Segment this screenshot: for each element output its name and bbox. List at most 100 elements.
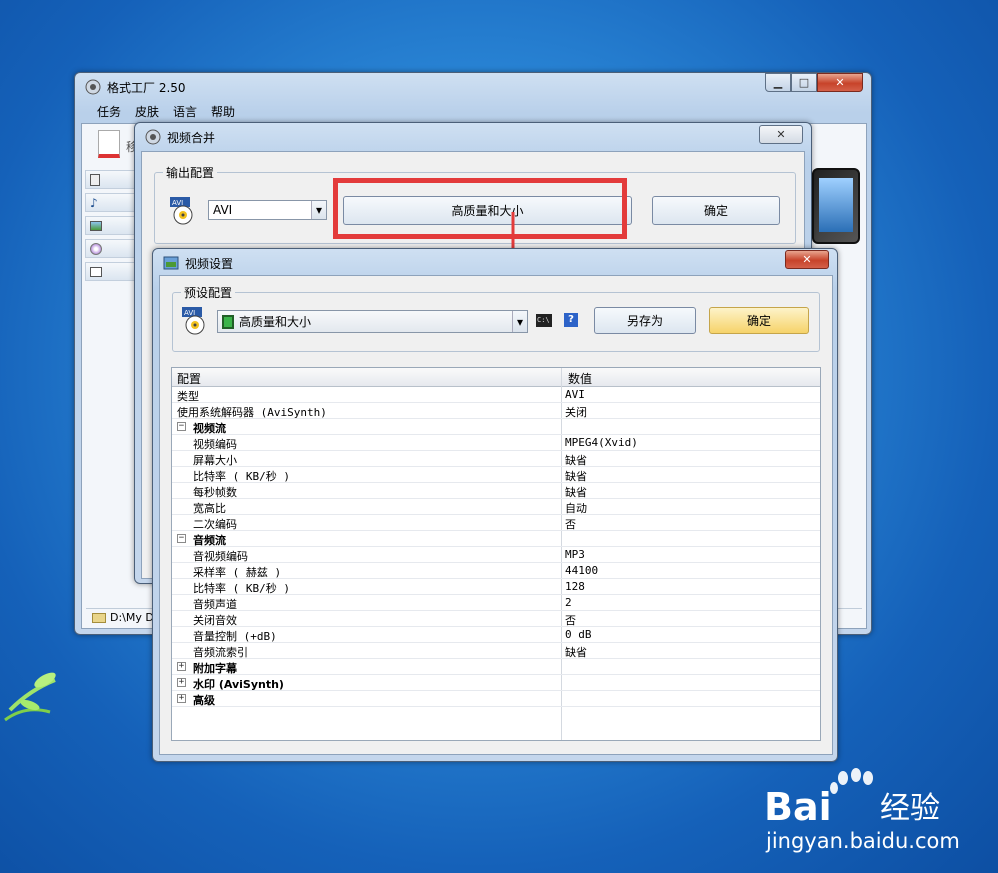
app-icon — [85, 79, 101, 95]
save-as-button[interactable]: 另存为 — [594, 307, 696, 334]
grid-row-key: 视频编码 — [193, 438, 237, 451]
menu-item-task[interactable]: 任务 — [97, 103, 121, 123]
preset-dropdown-value: 高质量和大小 — [239, 315, 312, 329]
grid-row[interactable]: 屏幕大小 缺省 — [172, 451, 820, 467]
preset-dropdown[interactable]: 高质量和大小 ▾ — [217, 310, 528, 333]
tools-icon — [90, 266, 102, 277]
music-note-icon: ♪ — [90, 195, 98, 210]
grid-row-key: 附加字幕 — [193, 662, 237, 675]
sidebar-item-rom[interactable] — [85, 239, 135, 258]
menu-item-skin[interactable]: 皮肤 — [135, 103, 159, 123]
baidu-logo-text-b: 经验 — [880, 791, 940, 826]
grid-row[interactable]: 音频流索引 缺省 — [172, 643, 820, 659]
output-config-label: 输出配置 — [163, 164, 218, 181]
minimize-button[interactable]: ▁ — [765, 73, 791, 92]
grid-row-value: MPEG4(Xvid) — [565, 436, 638, 449]
grid-category-row[interactable]: − 视频流 — [172, 419, 820, 435]
expand-icon[interactable]: + — [177, 694, 186, 703]
grid-row-value: AVI — [565, 388, 585, 401]
menu-item-help[interactable]: 帮助 — [211, 103, 235, 123]
grid-header: 配置 数值 — [172, 368, 820, 387]
grid-row-key: 比特率 ( KB/秒 ) — [193, 582, 290, 595]
grid-row-key: 音频流索引 — [193, 646, 248, 659]
grid-row[interactable]: 比特率 ( KB/秒 ) 128 — [172, 579, 820, 595]
grid-row[interactable]: 类型 AVI — [172, 387, 820, 403]
grid-row-value: 2 — [565, 596, 572, 609]
baidu-jingyan-watermark: Bai 经验 jingyan.baidu.com — [764, 768, 960, 853]
grid-row-key: 宽高比 — [193, 502, 226, 515]
menu-bar: 任务 皮肤 语言 帮助 — [81, 103, 235, 123]
grid-row-value: 128 — [565, 580, 585, 593]
settings-ok-button[interactable]: 确定 — [709, 307, 809, 334]
format-dropdown-value: AVI — [213, 203, 233, 217]
grid-row[interactable]: 视频编码 MPEG4(Xvid) — [172, 435, 820, 451]
grid-header-value: 数值 — [568, 372, 593, 386]
picture-icon — [90, 220, 102, 231]
chevron-down-icon: ▾ — [512, 311, 527, 332]
grid-row-value: 0 dB — [565, 628, 592, 641]
grid-row[interactable]: 二次编码 否 — [172, 515, 820, 531]
grid-row-key: 屏幕大小 — [193, 454, 237, 467]
grid-row[interactable]: 音视频编码 MP3 — [172, 547, 820, 563]
merge-close-button[interactable]: ✕ — [759, 125, 803, 144]
preset-avi-icon: AVI — [182, 307, 205, 335]
sidebar-item-audio[interactable]: ♪ — [85, 193, 135, 212]
folder-icon — [92, 612, 106, 623]
grid-row[interactable]: 使用系统解码器 (AviSynth) 关闭 — [172, 403, 820, 419]
close-button[interactable]: ✕ — [817, 73, 863, 92]
grid-row-key: 音视频编码 — [193, 550, 248, 563]
grid-row[interactable]: 采样率 ( 赫兹 ) 44100 — [172, 563, 820, 579]
toolbar-doc-icon[interactable] — [98, 130, 120, 158]
grid-row[interactable]: 音量控制 (+dB) 0 dB — [172, 627, 820, 643]
grid-category-row[interactable]: − 音频流 — [172, 531, 820, 547]
expand-icon[interactable]: + — [177, 678, 186, 687]
save-as-button-label: 另存为 — [626, 314, 663, 328]
collapse-icon[interactable]: − — [177, 422, 186, 431]
grid-row[interactable]: 音频声道 2 — [172, 595, 820, 611]
merge-ok-button[interactable]: 确定 — [652, 196, 780, 225]
grid-row-value: 否 — [565, 518, 576, 531]
baidu-url: jingyan.baidu.com — [765, 829, 960, 853]
grid-row-value: 否 — [565, 614, 576, 627]
grid-row[interactable]: 比特率 ( KB/秒 ) 缺省 — [172, 467, 820, 483]
command-line-icon[interactable]: C:\ — [536, 314, 552, 327]
sidebar-item-tools[interactable] — [85, 262, 135, 281]
sidebar-item-picture[interactable] — [85, 216, 135, 235]
grid-row-key: 高级 — [193, 694, 215, 707]
merge-window-titlebar: 视频合并 — [145, 127, 215, 147]
grid-row-key: 二次编码 — [193, 518, 237, 531]
expand-icon[interactable]: + — [177, 662, 186, 671]
highlight-box — [333, 178, 627, 239]
avi-format-icon: AVI — [170, 197, 193, 225]
format-dropdown[interactable]: AVI ▾ — [208, 200, 327, 220]
merge-ok-button-label: 确定 — [703, 204, 728, 218]
grid-row-key: 音频声道 — [193, 598, 237, 611]
grid-row-value: 缺省 — [565, 454, 587, 467]
phone-image — [812, 168, 860, 244]
grid-row[interactable]: 每秒帧数 缺省 — [172, 483, 820, 499]
menu-item-language[interactable]: 语言 — [173, 103, 197, 123]
help-icon[interactable]: ? — [564, 313, 578, 327]
grid-category-row[interactable]: + 附加字幕 — [172, 659, 820, 675]
video-icon — [90, 173, 100, 186]
preset-config-label: 预设配置 — [181, 284, 236, 301]
grid-category-row[interactable]: + 水印 (AviSynth) — [172, 675, 820, 691]
maximize-button[interactable]: □ — [791, 73, 817, 92]
settings-close-button[interactable]: ✕ — [785, 250, 829, 269]
merge-app-icon — [145, 129, 161, 145]
grid-row-key: 采样率 ( 赫兹 ) — [193, 566, 282, 579]
sidebar-item-video[interactable] — [85, 170, 135, 189]
grid-category-row[interactable]: + 高级 — [172, 691, 820, 707]
disc-icon — [90, 242, 102, 255]
grid-row[interactable]: 关闭音效 否 — [172, 611, 820, 627]
grid-row-value: 44100 — [565, 564, 599, 577]
grid-row[interactable]: 宽高比 自动 — [172, 499, 820, 515]
baidu-logo-text-a: Bai — [764, 785, 832, 829]
merge-window-title: 视频合并 — [167, 130, 216, 145]
collapse-icon[interactable]: − — [177, 534, 186, 543]
grid-row-key: 关闭音效 — [193, 614, 237, 627]
grid-row-value: 缺省 — [565, 470, 587, 483]
grid-row-value: 关闭 — [565, 406, 587, 419]
grid-row-key: 比特率 ( KB/秒 ) — [193, 470, 290, 483]
grid-row-key: 音量控制 (+dB) — [193, 630, 277, 643]
